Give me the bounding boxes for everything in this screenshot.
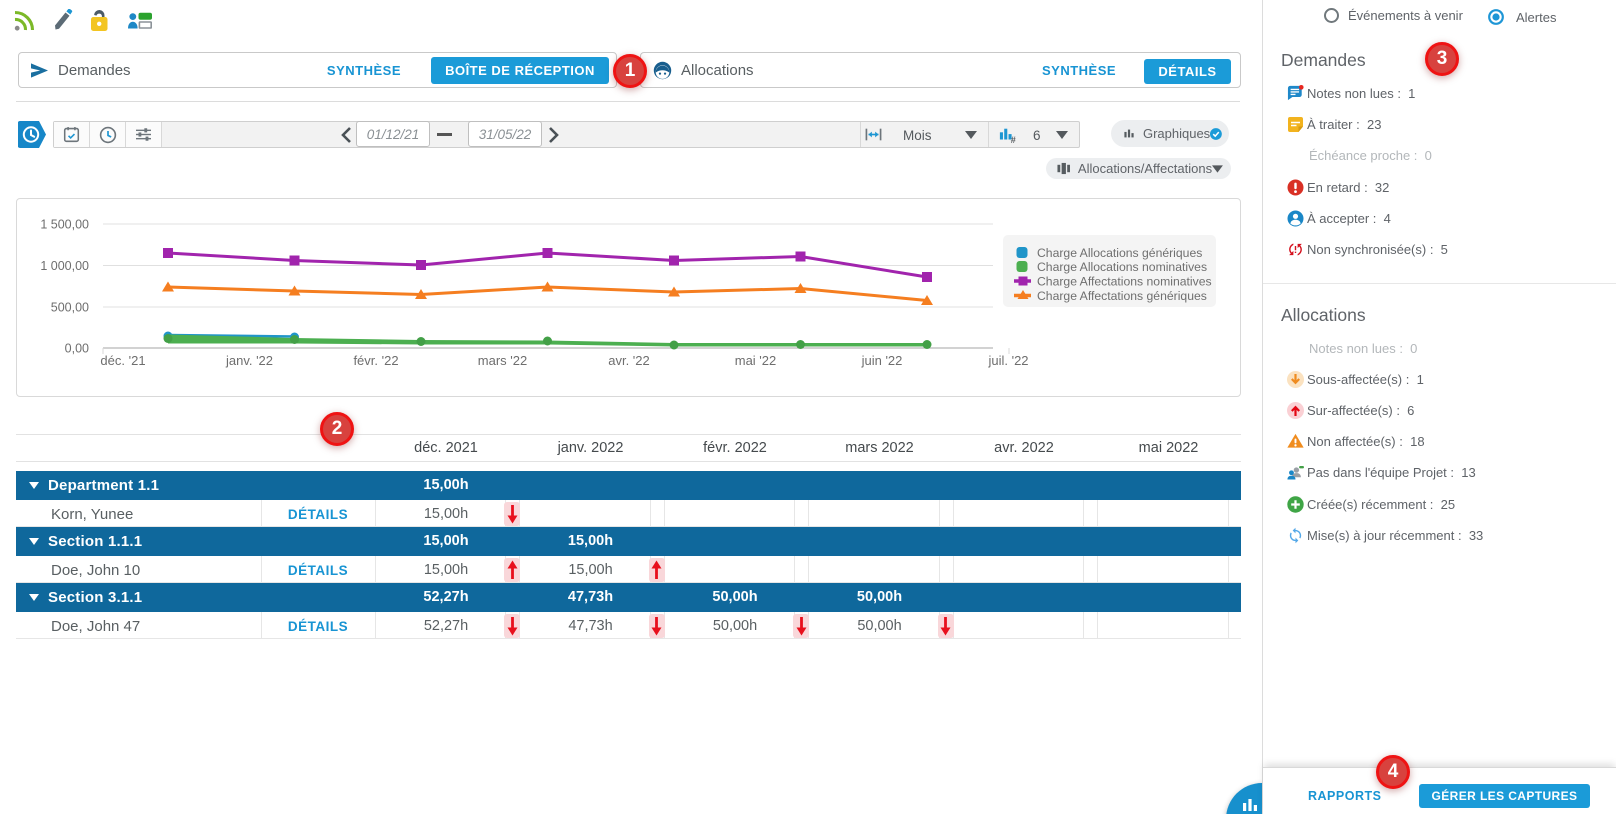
svg-text:févr. '22: févr. '22 — [353, 353, 398, 368]
svg-text:Charge Allocations génériques: Charge Allocations génériques — [1037, 246, 1202, 260]
svg-text:1 000,00: 1 000,00 — [40, 259, 89, 273]
svg-text:1 500,00: 1 500,00 — [40, 218, 89, 232]
svg-text:avr. '22: avr. '22 — [608, 353, 650, 368]
svg-text:Charge Allocations nominatives: Charge Allocations nominatives — [1037, 260, 1207, 274]
svg-text:juin '22: juin '22 — [861, 353, 903, 368]
svg-text:500,00: 500,00 — [51, 301, 89, 315]
svg-text:mai '22: mai '22 — [735, 353, 777, 368]
svg-text:Charge Affectations génériques: Charge Affectations génériques — [1037, 289, 1207, 303]
svg-text:déc. '21: déc. '21 — [100, 353, 145, 368]
svg-text:0,00: 0,00 — [65, 342, 89, 356]
svg-text:janv. '22: janv. '22 — [225, 353, 273, 368]
svg-text:#: # — [1011, 135, 1016, 144]
svg-text:Charge Affectations nominative: Charge Affectations nominatives — [1037, 275, 1212, 289]
svg-text:juil. '22: juil. '22 — [987, 353, 1028, 368]
svg-text:mars '22: mars '22 — [478, 353, 527, 368]
